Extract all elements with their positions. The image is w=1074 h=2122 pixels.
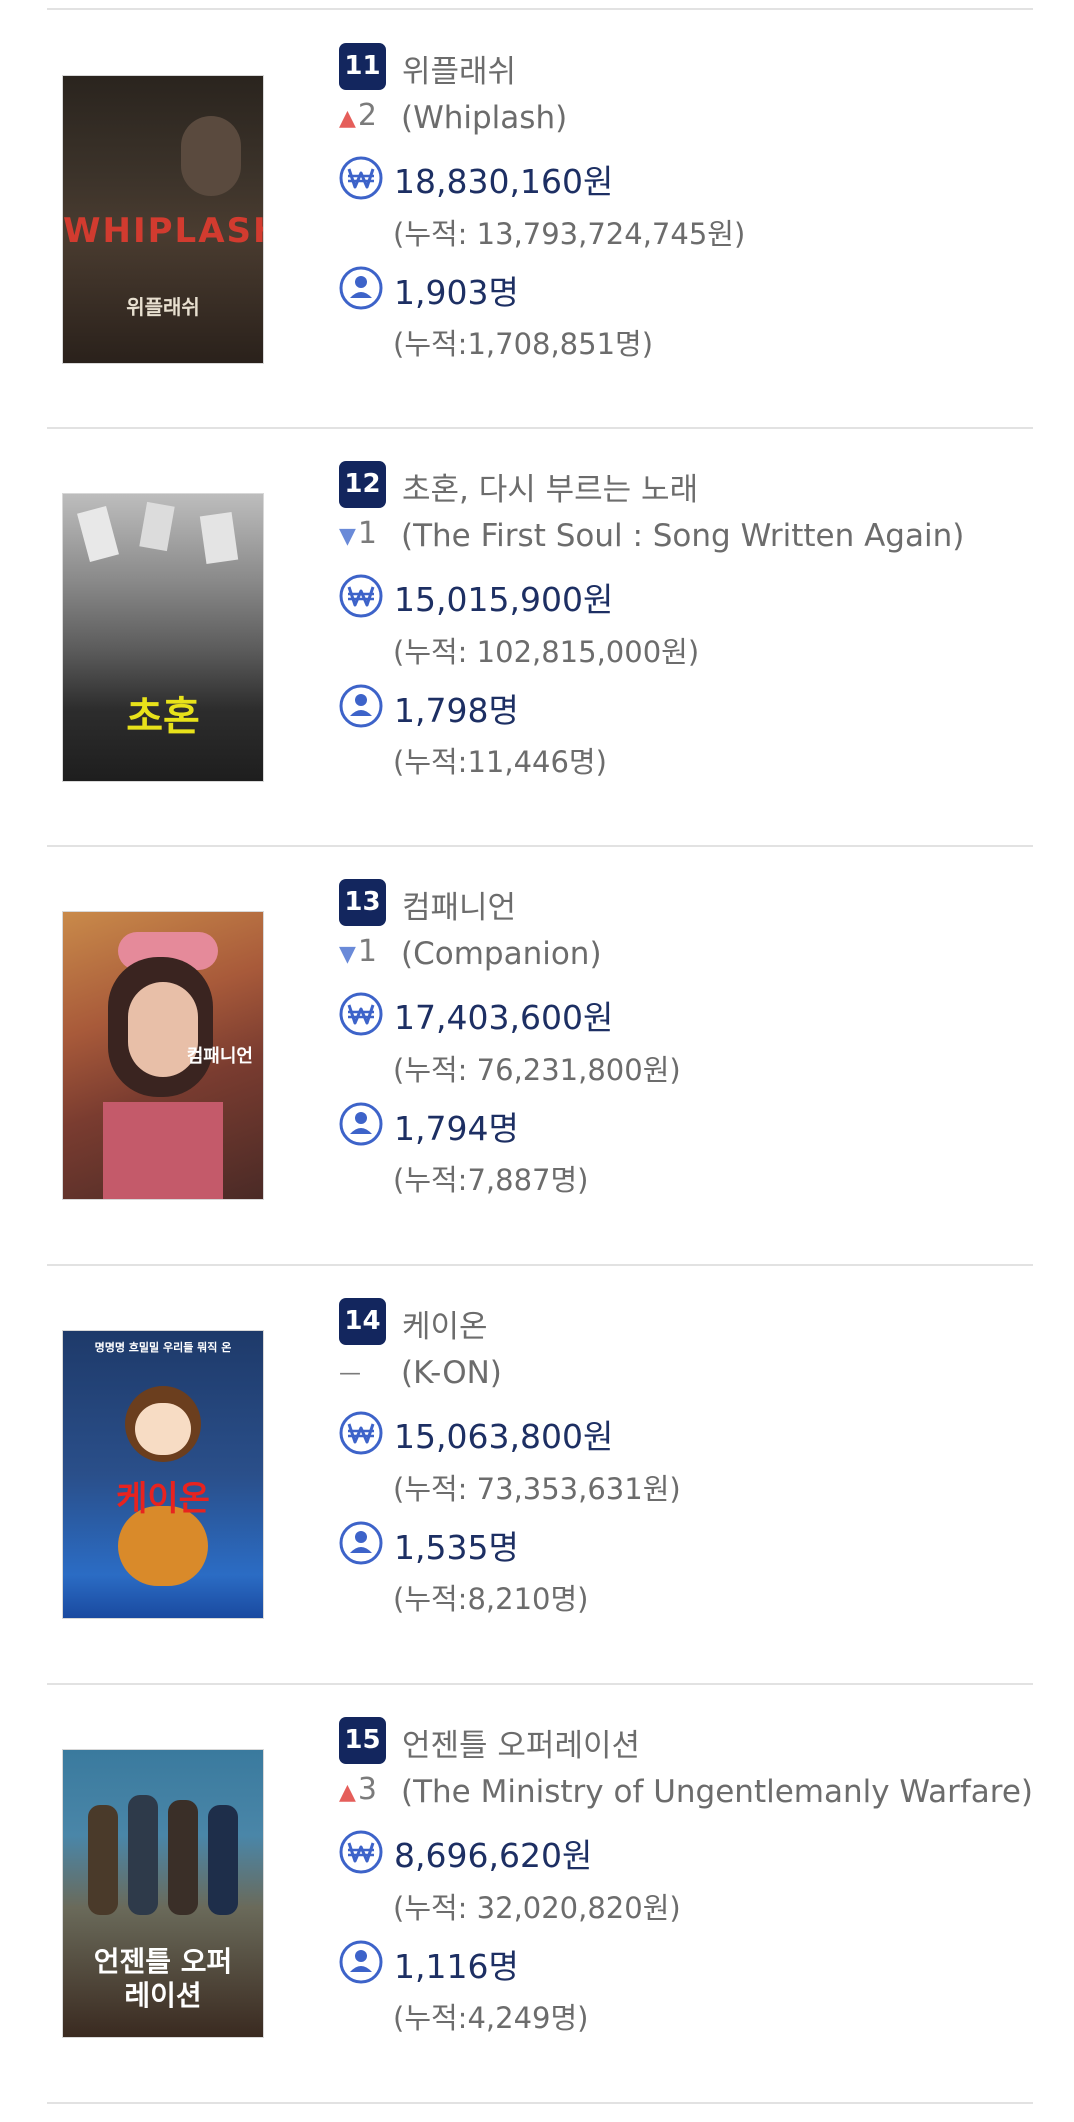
poster-title: WHIPLASH <box>63 211 264 251</box>
movie-title-ko[interactable]: 위플래쉬 <box>402 46 516 91</box>
poster-subtitle: 위플래쉬 <box>126 295 200 319</box>
movie-poster[interactable]: 컴패니언 <box>62 911 264 1200</box>
won-icon <box>339 1411 383 1455</box>
list-item[interactable]: WHIPLASH 위플래쉬 11 위플래쉬 ▲2 (Whiplash) 18,8… <box>0 10 1074 428</box>
rank-change: ▼1 <box>339 516 377 551</box>
rank-badge: 14 <box>339 1298 386 1345</box>
daily-audience: 1,535명 <box>394 1528 519 1567</box>
cumulative-audience: (누적:1,708,851명) <box>393 327 654 361</box>
movie-title-en: (The Ministry of Ungentlemanly Warfare) <box>401 1774 1033 1810</box>
rank-change-value: 3 <box>357 1772 378 1807</box>
person-icon <box>339 266 383 310</box>
rank-change-value: 1 <box>357 516 378 551</box>
poster-title: 케이온 <box>116 1479 210 1519</box>
divider <box>47 2102 1033 2104</box>
person-icon <box>339 1940 383 1984</box>
daily-audience: 1,116명 <box>394 1947 519 1986</box>
daily-sales: 15,063,800원 <box>394 1417 614 1456</box>
rank-change: — <box>339 1353 379 1388</box>
poster-title: 컴패니언 <box>186 1046 253 1067</box>
daily-sales: 18,830,160원 <box>394 162 614 201</box>
movie-title-en: (Whiplash) <box>401 100 568 136</box>
movie-title-en: (Companion) <box>401 936 602 972</box>
rank-change-value: 2 <box>357 98 378 133</box>
daily-audience: 1,798명 <box>394 691 519 730</box>
won-icon <box>339 156 383 200</box>
rank-down-icon: ▼ <box>339 942 356 967</box>
rank-badge: 15 <box>339 1717 386 1764</box>
daily-sales: 8,696,620원 <box>394 1836 593 1875</box>
cumulative-sales: (누적: 102,815,000원) <box>393 635 700 669</box>
cumulative-sales: (누적: 76,231,800원) <box>393 1053 681 1087</box>
daily-sales: 17,403,600원 <box>394 998 614 1037</box>
cumulative-audience: (누적:8,210명) <box>393 1582 589 1616</box>
rank-badge: 11 <box>339 43 386 90</box>
won-icon <box>339 992 383 1036</box>
movie-poster[interactable]: 언젠틀 오퍼레이션 <box>62 1749 264 2038</box>
rank-change-value: 1 <box>357 934 378 969</box>
daily-audience: 1,903명 <box>394 273 519 312</box>
cumulative-sales: (누적: 73,353,631원) <box>393 1472 681 1506</box>
person-icon <box>339 684 383 728</box>
rank-change: ▲2 <box>339 98 377 133</box>
cumulative-sales: (누적: 13,793,724,745원) <box>393 217 746 251</box>
won-icon <box>339 574 383 618</box>
rank-change: ▲3 <box>339 1772 377 1807</box>
movie-title-en: (The First Soul : Song Written Again) <box>401 518 965 554</box>
rank-change-value: — <box>339 1361 361 1386</box>
daily-sales: 15,015,900원 <box>394 580 614 619</box>
cumulative-audience: (누적:4,249명) <box>393 2001 589 2035</box>
movie-title-ko[interactable]: 케이온 <box>402 1301 488 1346</box>
rank-down-icon: ▼ <box>339 524 356 549</box>
list-item[interactable]: 명명명 흐밀밀 우리들 뭐직 온 케이온 14 케이온 — (K-ON) 15,… <box>0 1265 1074 1683</box>
movie-title-ko[interactable]: 초혼, 다시 부르는 노래 <box>402 464 698 509</box>
person-icon <box>339 1102 383 1146</box>
movie-title-ko[interactable]: 언젠틀 오퍼레이션 <box>402 1720 640 1765</box>
list-item[interactable]: 언젠틀 오퍼레이션 15 언젠틀 오퍼레이션 ▲3 (The Ministry … <box>0 1684 1074 2102</box>
daily-audience: 1,794명 <box>394 1109 519 1148</box>
cumulative-sales: (누적: 32,020,820원) <box>393 1891 681 1925</box>
person-icon <box>339 1521 383 1565</box>
movie-poster[interactable]: 초혼 <box>62 493 264 782</box>
movie-poster[interactable]: 명명명 흐밀밀 우리들 뭐직 온 케이온 <box>62 1330 264 1619</box>
rank-badge: 13 <box>339 879 386 926</box>
rank-badge: 12 <box>339 461 386 508</box>
poster-title: 초혼 <box>126 694 200 740</box>
poster-subtitle: 명명명 흐밀밀 우리들 뭐직 온 <box>94 1341 232 1354</box>
list-item[interactable]: 초혼 12 초혼, 다시 부르는 노래 ▼1 (The First Soul :… <box>0 428 1074 846</box>
movie-title-en: (K-ON) <box>401 1355 502 1391</box>
rank-up-icon: ▲ <box>339 106 356 131</box>
cumulative-audience: (누적:11,446명) <box>393 745 607 779</box>
movie-poster[interactable]: WHIPLASH 위플래쉬 <box>62 75 264 364</box>
movie-title-ko[interactable]: 컴패니언 <box>402 882 516 927</box>
rank-up-icon: ▲ <box>339 1780 356 1805</box>
poster-title: 언젠틀 오퍼레이션 <box>93 1945 233 2012</box>
cumulative-audience: (누적:7,887명) <box>393 1163 589 1197</box>
rank-change: ▼1 <box>339 934 377 969</box>
list-item[interactable]: 컴패니언 13 컴패니언 ▼1 (Companion) 17,403,600원 … <box>0 846 1074 1264</box>
won-icon <box>339 1830 383 1874</box>
